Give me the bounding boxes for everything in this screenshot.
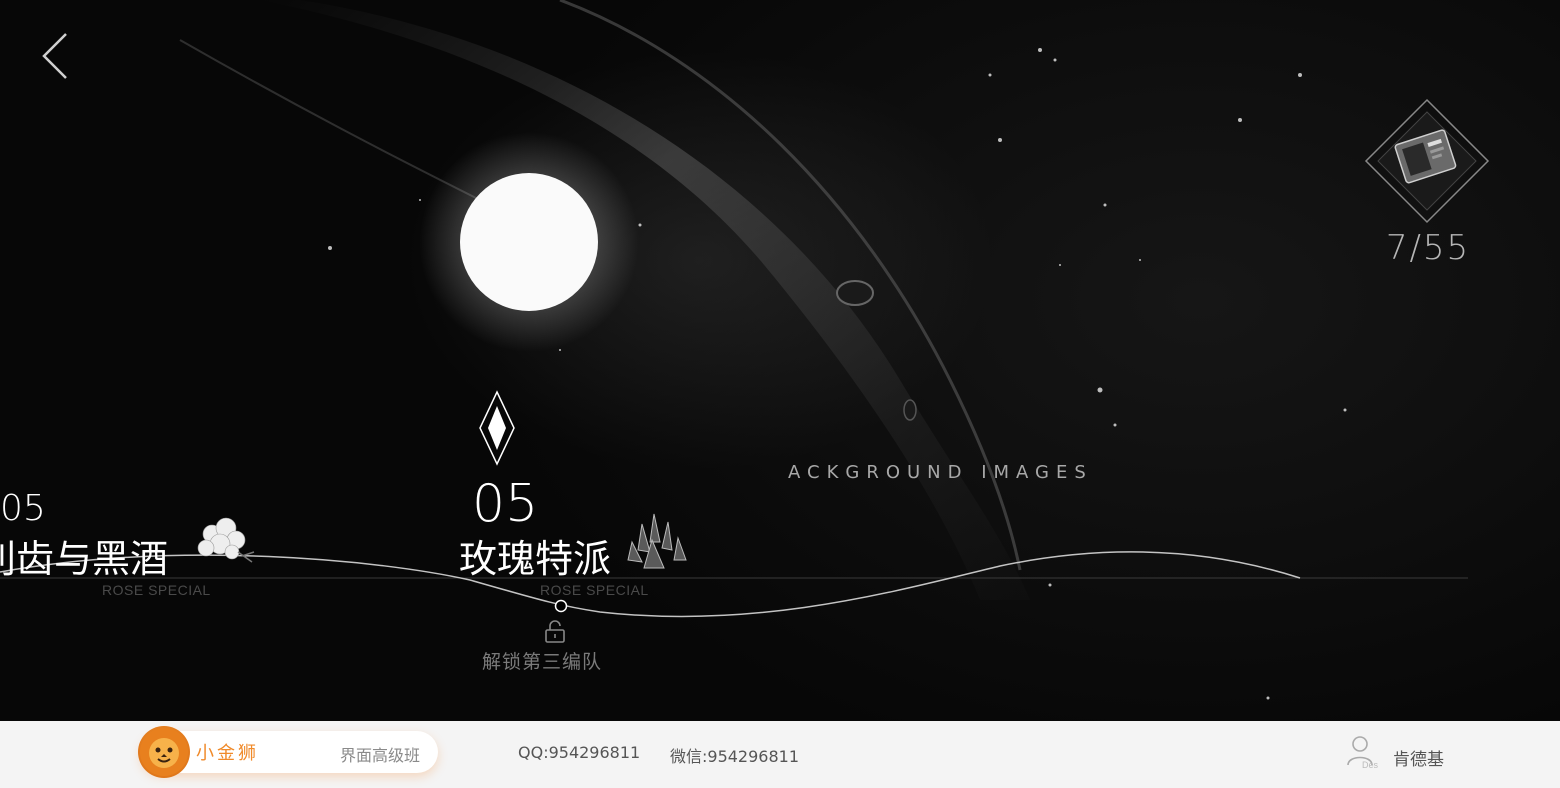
galaxy-background xyxy=(0,0,1468,700)
user-icon: Des xyxy=(1347,736,1379,769)
stage-subtitle: ROSE SPECIAL xyxy=(102,582,211,598)
unlock-hint: 解锁第三编队 xyxy=(482,651,603,673)
crystal-cluster-icon xyxy=(627,513,687,569)
background-images-label: ACKGROUND IMAGES xyxy=(788,462,1093,483)
course-name: 界面高级班 xyxy=(340,746,421,765)
white-flower-icon xyxy=(197,517,255,563)
back-button[interactable] xyxy=(36,30,80,86)
stage-subtitle: ROSE SPECIAL xyxy=(540,582,649,598)
footer-bar: 小金狮 界面高级班 QQ:954296811 微信:954296811 Des … xyxy=(0,721,1560,788)
stage-title: 利齿与黑酒 xyxy=(0,537,169,581)
collection-counter: 7/55 xyxy=(1385,228,1471,268)
collection-icon[interactable] xyxy=(1362,96,1492,226)
unlock-icon xyxy=(545,620,565,643)
stage-select-scene: 7/55 ACKGROUND IMAGES 05 利齿与黑酒 ROSE SPEC… xyxy=(0,0,1560,721)
qq-contact: QQ:954296811 xyxy=(518,743,641,762)
user-badge: Des xyxy=(1362,760,1379,769)
stage-number: 05 xyxy=(472,474,539,534)
user-name: 肯德基 xyxy=(1393,750,1444,770)
stage-number: 05 xyxy=(0,488,46,529)
lion-logo-icon xyxy=(138,726,190,778)
wechat-contact: 微信:954296811 xyxy=(670,747,800,766)
stage-title: 玫瑰特派 xyxy=(459,537,612,581)
diamond-marker-icon xyxy=(479,390,515,466)
brand-name: 小金狮 xyxy=(196,743,259,764)
